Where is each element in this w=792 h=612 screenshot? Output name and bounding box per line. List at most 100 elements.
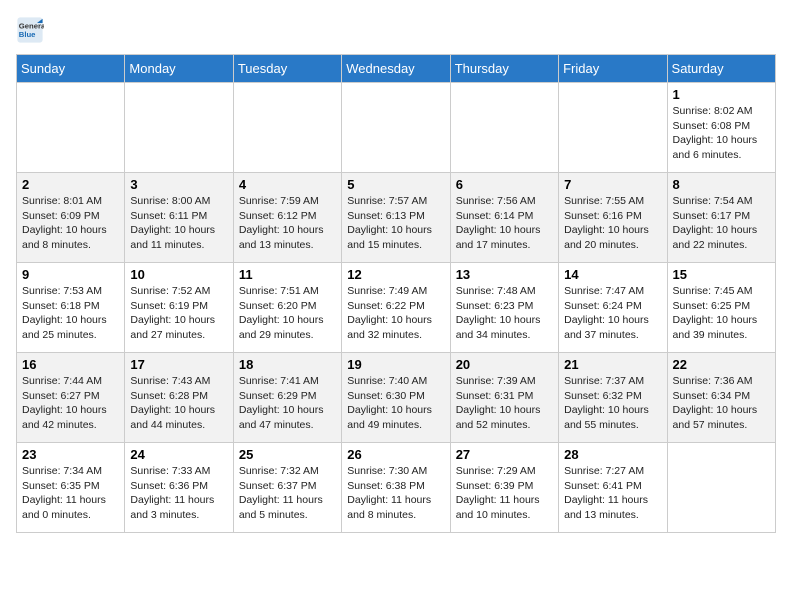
- day-cell: 24 Sunrise: 7:33 AM Sunset: 6:36 PM Dayli…: [125, 443, 233, 533]
- day-cell: 9 Sunrise: 7:53 AM Sunset: 6:18 PM Daylig…: [17, 263, 125, 353]
- weekday-header-wednesday: Wednesday: [342, 55, 450, 83]
- day-number: 4: [239, 177, 336, 192]
- day-cell: 20 Sunrise: 7:39 AM Sunset: 6:31 PM Dayli…: [450, 353, 558, 443]
- day-cell: 2 Sunrise: 8:01 AM Sunset: 6:09 PM Daylig…: [17, 173, 125, 263]
- day-number: 20: [456, 357, 553, 372]
- day-info: Sunrise: 7:51 AM Sunset: 6:20 PM Dayligh…: [239, 284, 336, 343]
- day-cell: 23 Sunrise: 7:34 AM Sunset: 6:35 PM Dayli…: [17, 443, 125, 533]
- day-cell: 21 Sunrise: 7:37 AM Sunset: 6:32 PM Dayli…: [559, 353, 667, 443]
- day-number: 7: [564, 177, 661, 192]
- day-info: Sunrise: 8:01 AM Sunset: 6:09 PM Dayligh…: [22, 194, 119, 253]
- day-info: Sunrise: 7:53 AM Sunset: 6:18 PM Dayligh…: [22, 284, 119, 343]
- weekday-header-row: SundayMondayTuesdayWednesdayThursdayFrid…: [17, 55, 776, 83]
- day-info: Sunrise: 7:39 AM Sunset: 6:31 PM Dayligh…: [456, 374, 553, 433]
- day-number: 12: [347, 267, 444, 282]
- day-cell: 6 Sunrise: 7:56 AM Sunset: 6:14 PM Daylig…: [450, 173, 558, 263]
- week-row-5: 23 Sunrise: 7:34 AM Sunset: 6:35 PM Dayli…: [17, 443, 776, 533]
- day-number: 13: [456, 267, 553, 282]
- day-number: 10: [130, 267, 227, 282]
- day-number: 5: [347, 177, 444, 192]
- day-info: Sunrise: 7:33 AM Sunset: 6:36 PM Dayligh…: [130, 464, 227, 523]
- week-row-3: 9 Sunrise: 7:53 AM Sunset: 6:18 PM Daylig…: [17, 263, 776, 353]
- calendar-table: SundayMondayTuesdayWednesdayThursdayFrid…: [16, 54, 776, 533]
- day-cell: 10 Sunrise: 7:52 AM Sunset: 6:19 PM Dayli…: [125, 263, 233, 353]
- day-cell: 22Sunrise: 7:36 AM Sunset: 6:34 PM Dayli…: [667, 353, 775, 443]
- weekday-header-monday: Monday: [125, 55, 233, 83]
- day-info: Sunrise: 7:29 AM Sunset: 6:39 PM Dayligh…: [456, 464, 553, 523]
- day-cell: 17 Sunrise: 7:43 AM Sunset: 6:28 PM Dayli…: [125, 353, 233, 443]
- day-cell: 15 Sunrise: 7:45 AM Sunset: 6:25 PM Dayli…: [667, 263, 775, 353]
- day-cell: 5 Sunrise: 7:57 AM Sunset: 6:13 PM Daylig…: [342, 173, 450, 263]
- day-info: Sunrise: 7:41 AM Sunset: 6:29 PM Dayligh…: [239, 374, 336, 433]
- day-number: 8: [673, 177, 770, 192]
- day-info: Sunrise: 7:56 AM Sunset: 6:14 PM Dayligh…: [456, 194, 553, 253]
- day-number: 1: [673, 87, 770, 102]
- day-info: Sunrise: 7:44 AM Sunset: 6:27 PM Dayligh…: [22, 374, 119, 433]
- day-cell: 11 Sunrise: 7:51 AM Sunset: 6:20 PM Dayli…: [233, 263, 341, 353]
- day-info: Sunrise: 7:48 AM Sunset: 6:23 PM Dayligh…: [456, 284, 553, 343]
- week-row-1: 1 Sunrise: 8:02 AM Sunset: 6:08 PM Daylig…: [17, 83, 776, 173]
- day-number: 9: [22, 267, 119, 282]
- day-info: Sunrise: 7:43 AM Sunset: 6:28 PM Dayligh…: [130, 374, 227, 433]
- day-cell: [125, 83, 233, 173]
- weekday-header-saturday: Saturday: [667, 55, 775, 83]
- day-cell: [342, 83, 450, 173]
- day-info: Sunrise: 7:52 AM Sunset: 6:19 PM Dayligh…: [130, 284, 227, 343]
- day-info: Sunrise: 7:40 AM Sunset: 6:30 PM Dayligh…: [347, 374, 444, 433]
- weekday-header-friday: Friday: [559, 55, 667, 83]
- day-number: 6: [456, 177, 553, 192]
- weekday-header-tuesday: Tuesday: [233, 55, 341, 83]
- day-number: 26: [347, 447, 444, 462]
- header: General Blue: [16, 16, 776, 44]
- day-cell: [17, 83, 125, 173]
- day-cell: 7 Sunrise: 7:55 AM Sunset: 6:16 PM Daylig…: [559, 173, 667, 263]
- day-cell: [667, 443, 775, 533]
- day-number: 24: [130, 447, 227, 462]
- day-cell: 16 Sunrise: 7:44 AM Sunset: 6:27 PM Dayli…: [17, 353, 125, 443]
- day-info: Sunrise: 8:00 AM Sunset: 6:11 PM Dayligh…: [130, 194, 227, 253]
- day-info: Sunrise: 7:37 AM Sunset: 6:32 PM Dayligh…: [564, 374, 661, 433]
- day-number: 2: [22, 177, 119, 192]
- day-info: Sunrise: 7:27 AM Sunset: 6:41 PM Dayligh…: [564, 464, 661, 523]
- day-number: 21: [564, 357, 661, 372]
- day-number: 19: [347, 357, 444, 372]
- day-number: 3: [130, 177, 227, 192]
- weekday-header-sunday: Sunday: [17, 55, 125, 83]
- weekday-header-thursday: Thursday: [450, 55, 558, 83]
- day-cell: 25Sunrise: 7:32 AM Sunset: 6:37 PM Dayli…: [233, 443, 341, 533]
- day-info: Sunrise: 7:47 AM Sunset: 6:24 PM Dayligh…: [564, 284, 661, 343]
- day-cell: 14 Sunrise: 7:47 AM Sunset: 6:24 PM Dayli…: [559, 263, 667, 353]
- day-number: 27: [456, 447, 553, 462]
- day-number: 17: [130, 357, 227, 372]
- day-number: 14: [564, 267, 661, 282]
- day-info: Sunrise: 7:45 AM Sunset: 6:25 PM Dayligh…: [673, 284, 770, 343]
- day-cell: 27 Sunrise: 7:29 AM Sunset: 6:39 PM Dayli…: [450, 443, 558, 533]
- day-cell: 1 Sunrise: 8:02 AM Sunset: 6:08 PM Daylig…: [667, 83, 775, 173]
- day-info: Sunrise: 8:02 AM Sunset: 6:08 PM Dayligh…: [673, 104, 770, 163]
- day-info: Sunrise: 7:32 AM Sunset: 6:37 PM Dayligh…: [239, 464, 336, 523]
- logo-icon: General Blue: [16, 16, 44, 44]
- day-info: Sunrise: 7:34 AM Sunset: 6:35 PM Dayligh…: [22, 464, 119, 523]
- day-number: 28: [564, 447, 661, 462]
- day-info: Sunrise: 7:55 AM Sunset: 6:16 PM Dayligh…: [564, 194, 661, 253]
- day-info: Sunrise: 7:30 AM Sunset: 6:38 PM Dayligh…: [347, 464, 444, 523]
- day-number: 16: [22, 357, 119, 372]
- day-cell: 12Sunrise: 7:49 AM Sunset: 6:22 PM Dayli…: [342, 263, 450, 353]
- day-cell: 19 Sunrise: 7:40 AM Sunset: 6:30 PM Dayli…: [342, 353, 450, 443]
- day-number: 23: [22, 447, 119, 462]
- day-cell: 3 Sunrise: 8:00 AM Sunset: 6:11 PM Daylig…: [125, 173, 233, 263]
- day-info: Sunrise: 7:54 AM Sunset: 6:17 PM Dayligh…: [673, 194, 770, 253]
- day-cell: [559, 83, 667, 173]
- day-info: Sunrise: 7:57 AM Sunset: 6:13 PM Dayligh…: [347, 194, 444, 253]
- day-info: Sunrise: 7:36 AM Sunset: 6:34 PM Dayligh…: [673, 374, 770, 433]
- day-cell: 26 Sunrise: 7:30 AM Sunset: 6:38 PM Dayli…: [342, 443, 450, 533]
- day-cell: 28 Sunrise: 7:27 AM Sunset: 6:41 PM Dayli…: [559, 443, 667, 533]
- day-cell: 18 Sunrise: 7:41 AM Sunset: 6:29 PM Dayli…: [233, 353, 341, 443]
- day-cell: 8 Sunrise: 7:54 AM Sunset: 6:17 PM Daylig…: [667, 173, 775, 263]
- day-number: 18: [239, 357, 336, 372]
- day-number: 11: [239, 267, 336, 282]
- svg-text:Blue: Blue: [19, 30, 36, 39]
- week-row-4: 16 Sunrise: 7:44 AM Sunset: 6:27 PM Dayli…: [17, 353, 776, 443]
- week-row-2: 2 Sunrise: 8:01 AM Sunset: 6:09 PM Daylig…: [17, 173, 776, 263]
- day-number: 15: [673, 267, 770, 282]
